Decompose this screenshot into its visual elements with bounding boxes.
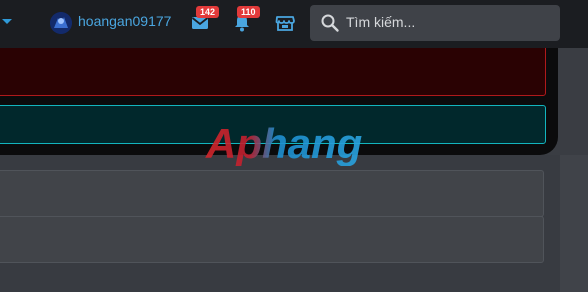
content-panel [0,155,560,292]
store-icon[interactable] [274,12,296,34]
search-input[interactable]: Tìm kiếm... [310,5,560,41]
caret-down-icon[interactable] [2,19,12,24]
search-icon [321,14,339,32]
error-alert-box [0,44,546,96]
list-item[interactable] [0,170,544,217]
watermark-logo: Aphang [205,122,362,166]
top-navigation-bar: hoangan09177 142 110 Tìm kiếm... [0,0,588,48]
username-link[interactable]: hoangan09177 [78,13,171,29]
scrollbar-track[interactable] [560,155,588,292]
search-placeholder: Tìm kiếm... [346,14,416,30]
avatar[interactable] [50,12,72,34]
inbox-count-badge: 142 [196,6,220,18]
alerts-count-badge: 110 [237,6,260,18]
watermark-text: Aphang [205,122,362,166]
list-item[interactable] [0,216,544,263]
